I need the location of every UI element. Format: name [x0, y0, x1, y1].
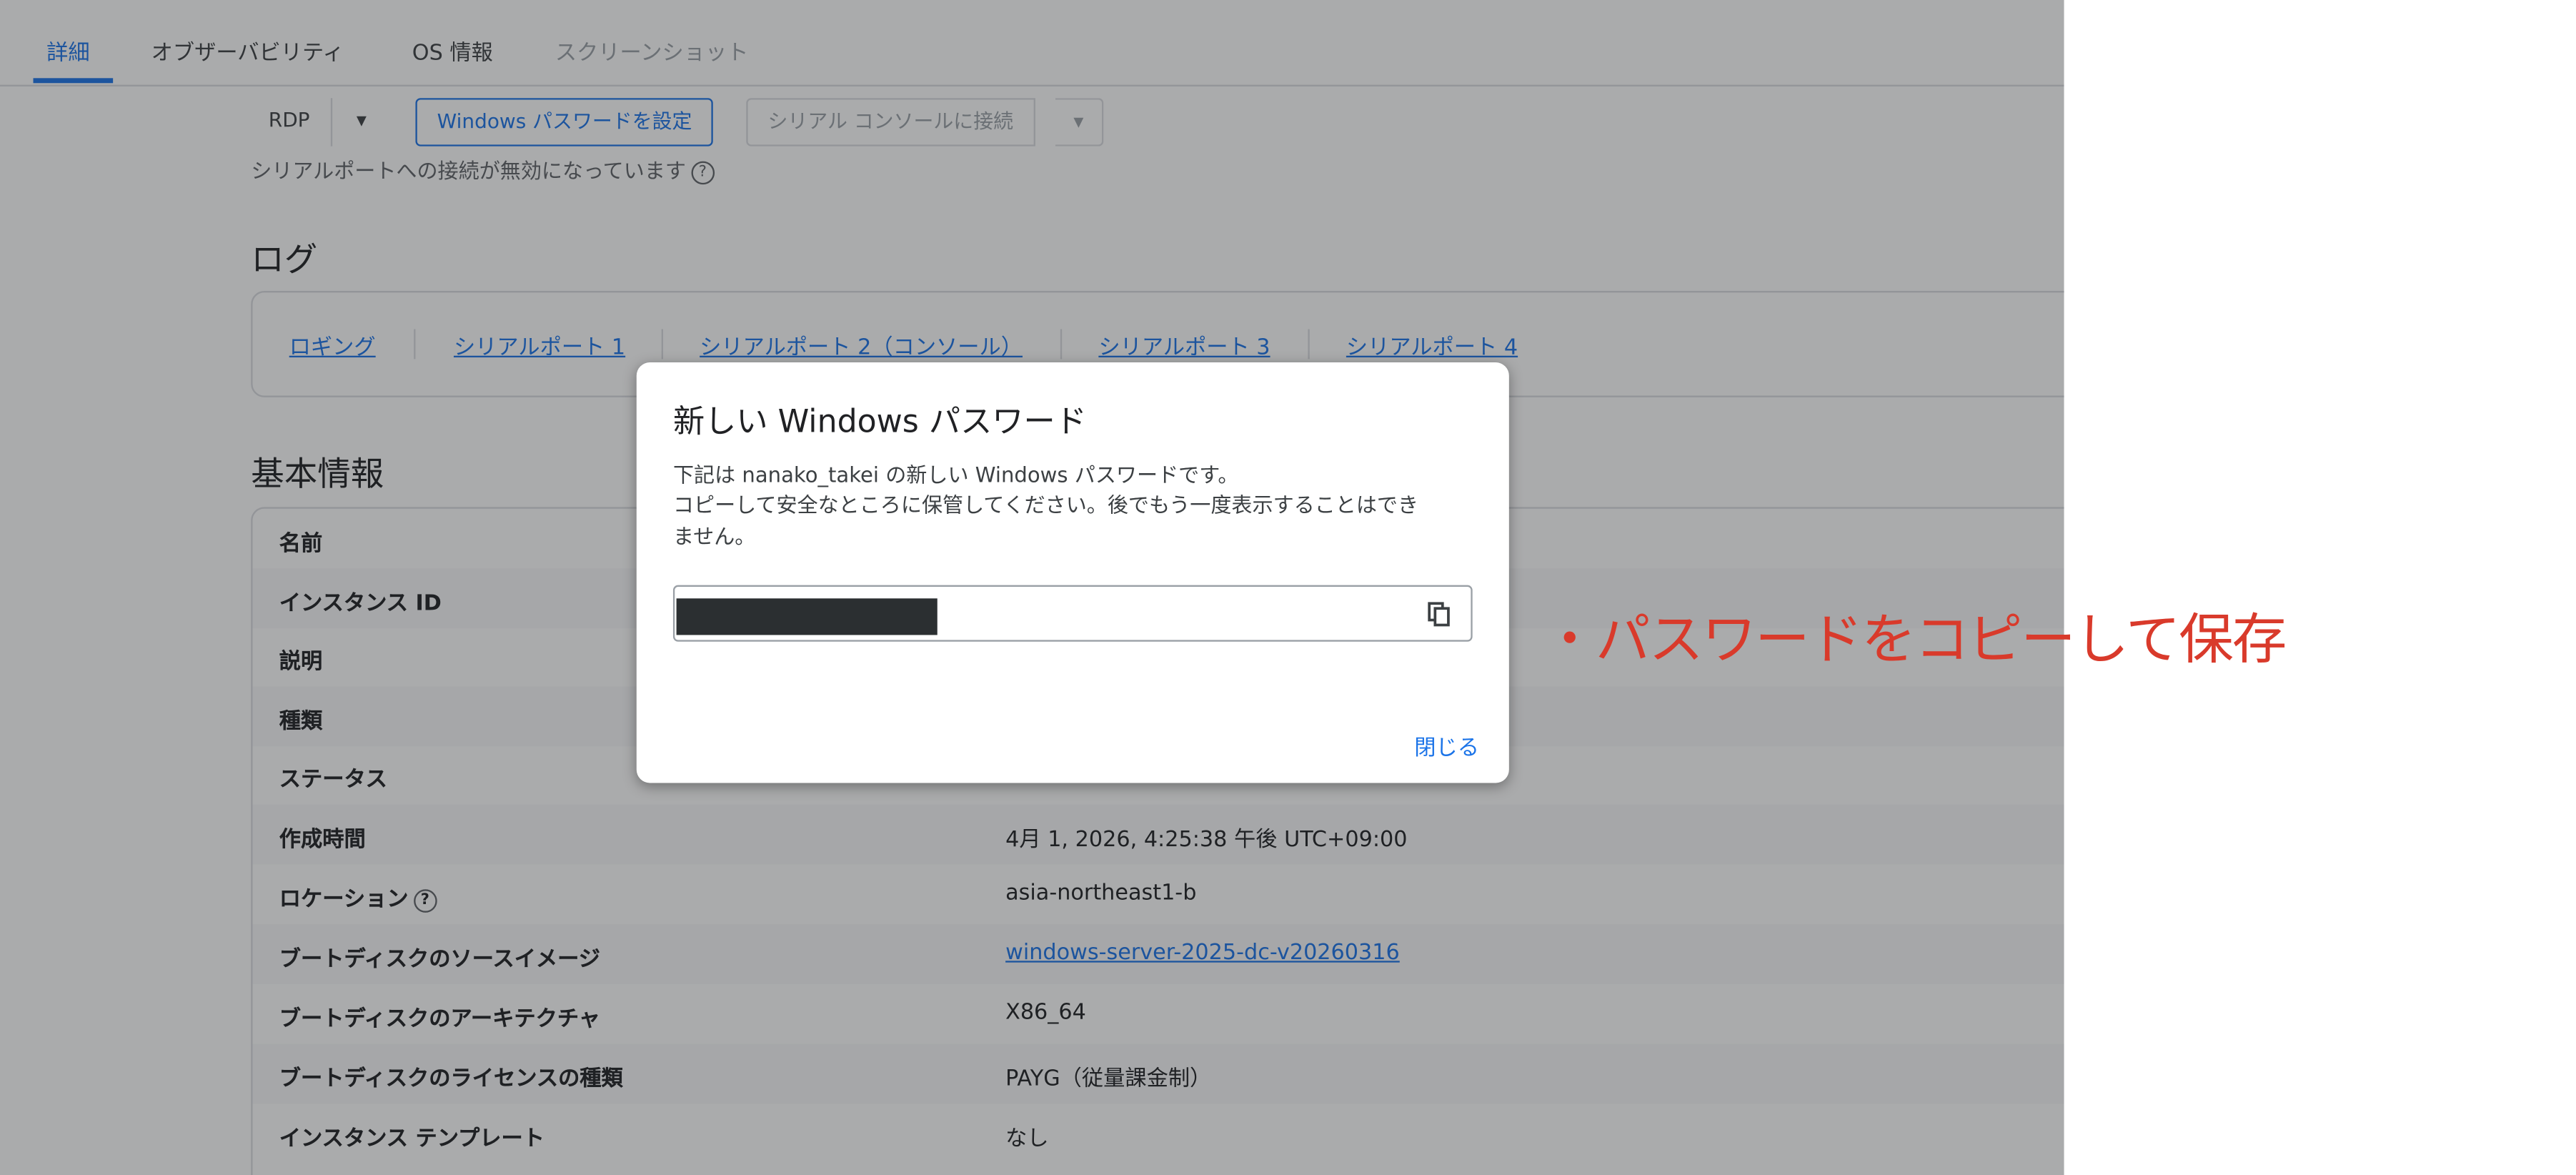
password-field[interactable] [672, 585, 1473, 642]
dialog-message-line-2: コピーして安全なところに保管してください。後でもう一度表示することはでき [672, 492, 1419, 517]
password-redaction [676, 598, 938, 635]
instance-details-page: 詳細 オブザーバビリティ OS 情報 スクリーンショット RDP ▾ Windo… [0, 0, 2064, 1175]
annotation-text: ・パスワードをコピーして保存 [1542, 606, 2287, 672]
new-windows-password-dialog: 新しい Windows パスワード 下記は nanako_takei の新しい … [636, 362, 1509, 783]
close-button[interactable]: 閉じる [1414, 730, 1479, 761]
copy-icon[interactable] [1428, 602, 1451, 627]
dialog-message-line-3: ません。 [672, 523, 756, 549]
dialog-message-line-1: 下記は nanako_takei の新しい Windows パスワードです。 [672, 462, 1239, 487]
dialog-title: 新しい Windows パスワード [672, 404, 1087, 441]
